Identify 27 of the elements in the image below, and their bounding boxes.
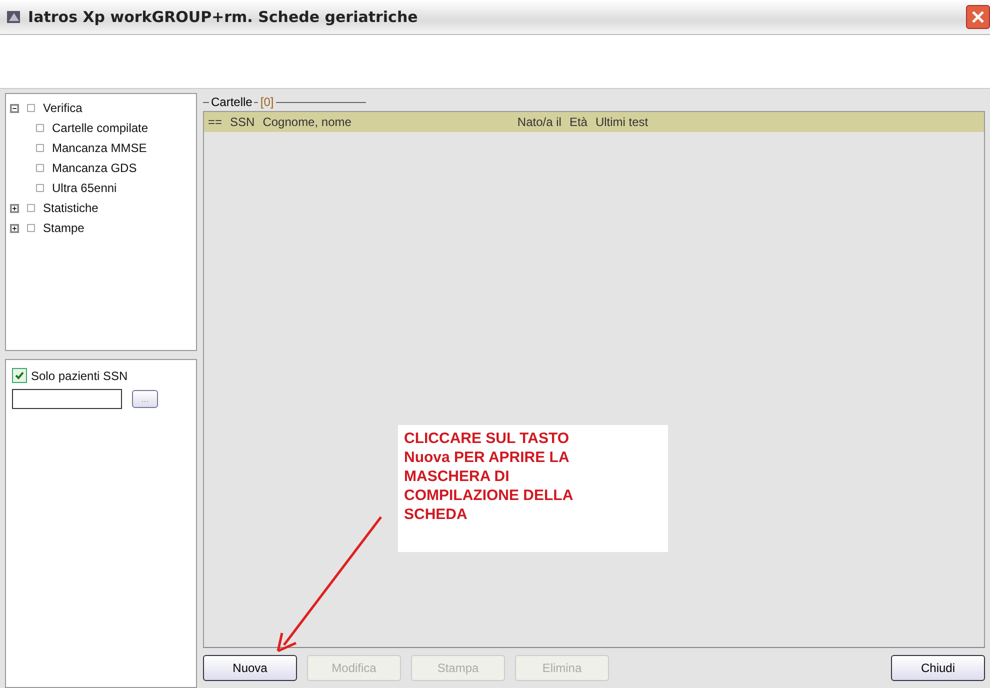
expand-icon[interactable] <box>10 204 19 212</box>
column-header[interactable]: Ultimi test <box>591 115 652 129</box>
record-count: [0] <box>260 95 274 109</box>
tree-item[interactable]: Ultra 65enni <box>52 181 117 195</box>
input-field[interactable] <box>12 389 122 409</box>
tree-item[interactable]: Cartelle compilate <box>52 121 148 135</box>
window-title: Iatros Xp workGROUP+rm. Schede geriatriche <box>28 8 418 26</box>
action-button[interactable]: Nuova <box>203 655 297 681</box>
group-title: Cartelle <box>211 95 252 109</box>
annotation-note: CLICCARE SUL TASTO Nuova PER APRIRE LA MASCHERA DI COMPILAZIONE DELLA SCHEDA <box>398 425 668 552</box>
column-header[interactable]: Cognome, nome <box>258 115 356 129</box>
tree-item[interactable]: Mancanza GDS <box>52 161 137 175</box>
close-button[interactable]: Chiudi <box>891 655 985 681</box>
tree-item[interactable]: Stampe <box>43 221 84 235</box>
tree-item[interactable]: Verifica <box>43 101 82 115</box>
tree-item[interactable]: Mancanza MMSE <box>52 141 147 155</box>
checkbox-label[interactable]: Solo pazienti SSN <box>31 368 128 382</box>
column-header[interactable]: SSN <box>226 115 259 129</box>
column-header[interactable]: Età <box>565 115 592 129</box>
column-header[interactable]: == <box>204 115 226 129</box>
checkbox[interactable] <box>12 368 27 383</box>
tree-item[interactable]: Statistiche <box>43 201 98 215</box>
expand-icon[interactable] <box>10 224 19 232</box>
app-icon <box>6 9 22 25</box>
column-header[interactable]: Nato/a il <box>513 115 566 129</box>
collapse-icon[interactable] <box>10 104 19 112</box>
close-icon[interactable] <box>966 5 990 29</box>
